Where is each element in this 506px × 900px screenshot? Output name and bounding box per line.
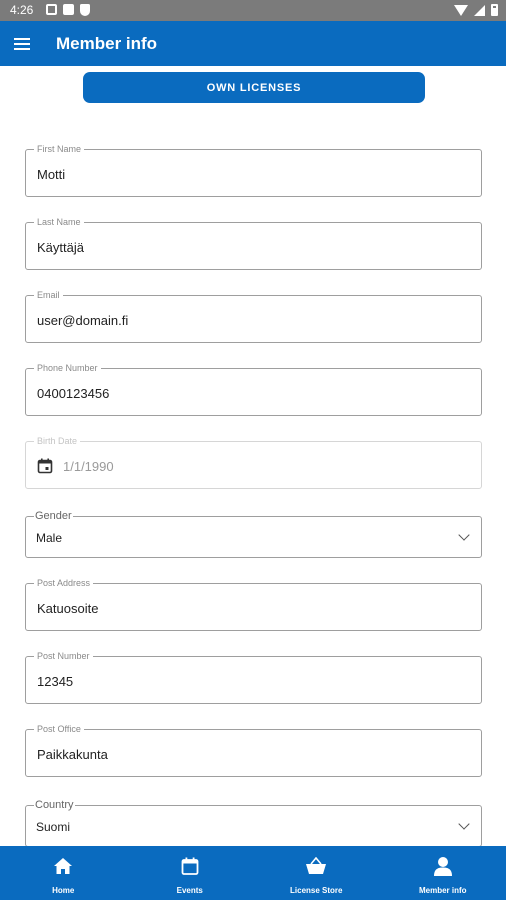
calendar-icon (37, 458, 53, 474)
phone-number-field[interactable]: Phone Number 0400123456 (25, 362, 482, 416)
last-name-field[interactable]: Last Name Käyttäjä (25, 216, 482, 270)
nav-home[interactable]: Home (0, 846, 127, 900)
first-name-field[interactable]: First Name Motti (25, 143, 482, 197)
status-bar: 4:26 (0, 0, 506, 21)
field-label: Email (34, 289, 63, 301)
status-time: 4:26 (10, 3, 34, 17)
wifi-icon (454, 4, 468, 16)
app-bar: Member info (0, 21, 506, 66)
field-value: 0400123456 (37, 386, 110, 401)
gender-select[interactable]: Gender Male (25, 510, 482, 558)
signal-icon (474, 4, 485, 16)
email-field[interactable]: Email user@domain.fi (25, 289, 482, 343)
nav-license-store[interactable]: License Store (253, 846, 380, 900)
field-value: Käyttäjä (37, 240, 84, 255)
post-address-field[interactable]: Post Address Katuosoite (25, 577, 482, 631)
notification-icon (63, 4, 74, 15)
field-label: Birth Date (34, 435, 81, 447)
field-value: Motti (37, 167, 66, 182)
calendar-icon (181, 857, 199, 875)
selected-value: Suomi (36, 820, 71, 834)
field-label: Post Number (34, 650, 93, 662)
field-label: Country (34, 799, 75, 811)
nav-label: Member info (418, 886, 467, 895)
nav-events[interactable]: Events (127, 846, 254, 900)
chevron-down-icon (458, 818, 470, 830)
field-value: user@domain.fi (37, 313, 129, 328)
post-number-field[interactable]: Post Number 12345 (25, 650, 482, 704)
member-form: OWN LICENSES First Name Motti Last Name … (0, 66, 506, 846)
home-icon (54, 858, 73, 874)
bottom-navigation: Home Events License Store Member info (0, 846, 506, 900)
field-value: Katuosoite (37, 601, 99, 616)
menu-icon[interactable] (14, 38, 30, 50)
field-value: 1/1/1990 (63, 459, 114, 474)
birth-date-field: Birth Date 1/1/1990 (25, 435, 482, 489)
field-label: First Name (34, 143, 85, 155)
field-value: 12345 (37, 674, 74, 689)
notification-icons (46, 4, 90, 16)
chevron-down-icon (458, 529, 470, 541)
page-title: Member info (56, 34, 158, 53)
nav-label: Home (52, 886, 75, 895)
battery-icon (491, 4, 498, 16)
nav-label: License Store (290, 886, 343, 895)
basket-icon (306, 857, 327, 874)
shield-icon (80, 4, 90, 16)
post-office-field[interactable]: Post Office Paikkakunta (25, 723, 482, 777)
field-label: Last Name (34, 216, 84, 228)
system-icons (454, 4, 498, 16)
field-label: Gender (34, 510, 73, 522)
country-select[interactable]: Country Suomi (25, 799, 482, 846)
field-label: Post Address (34, 577, 94, 589)
person-icon (433, 857, 452, 876)
nav-member-info[interactable]: Member info (380, 846, 506, 900)
field-value: Paikkakunta (37, 747, 108, 762)
field-label: Post Office (34, 723, 84, 735)
own-licenses-button[interactable]: OWN LICENSES (83, 72, 425, 103)
selected-value: Male (36, 531, 63, 545)
nav-label: Events (176, 886, 203, 895)
notification-icon (46, 4, 57, 15)
field-label: Phone Number (34, 362, 101, 374)
